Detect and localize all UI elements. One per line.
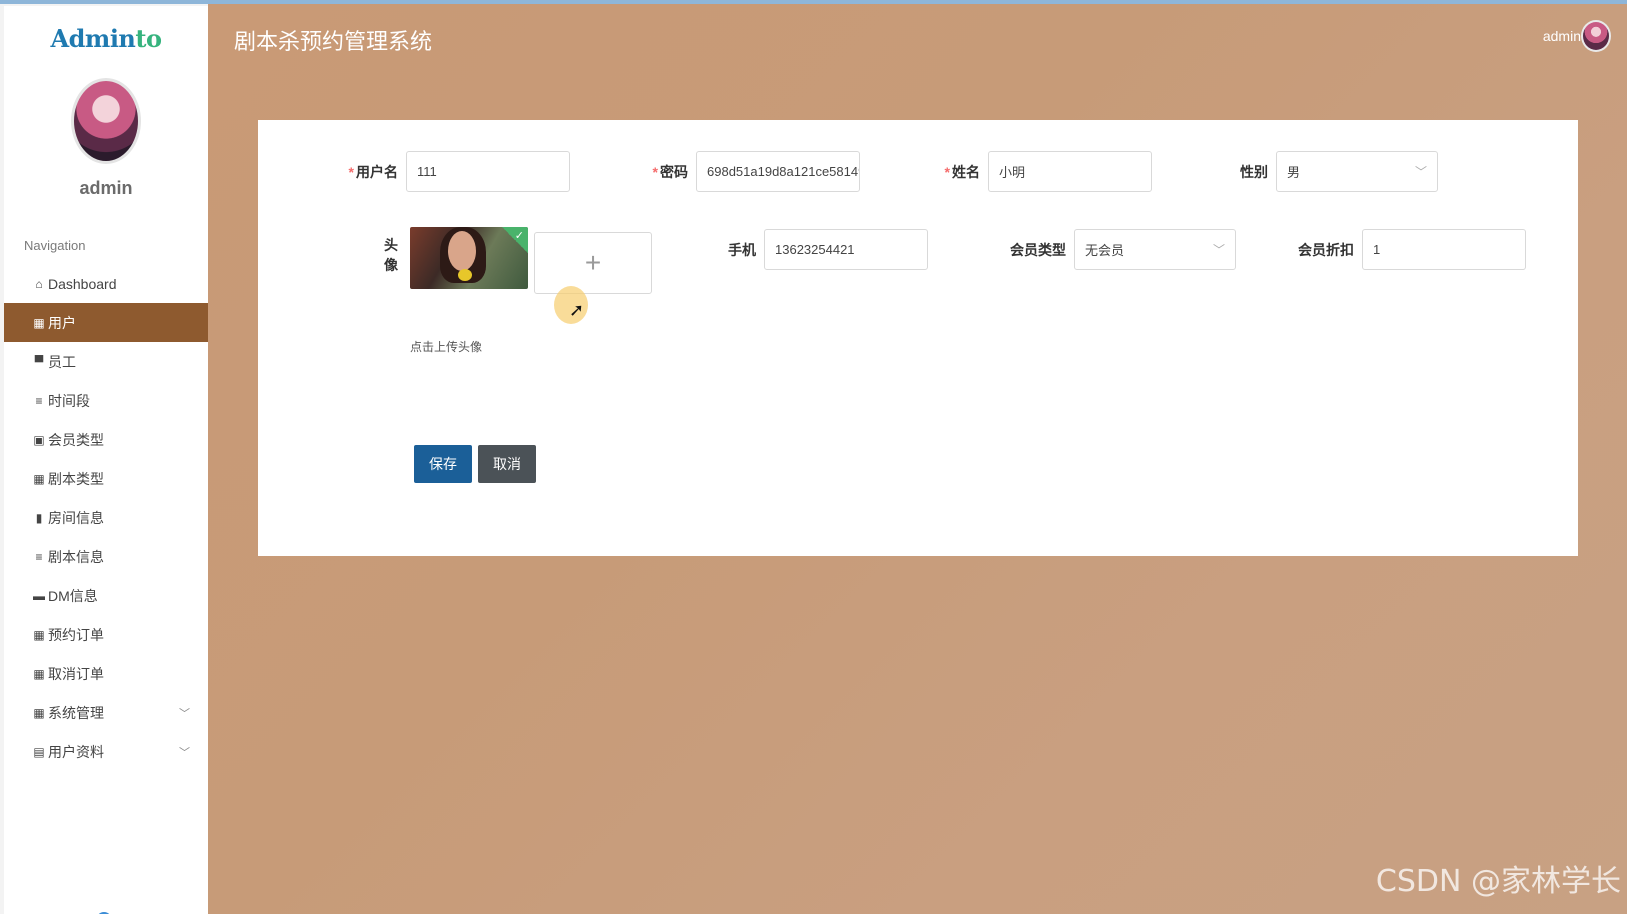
brand-logo[interactable]: Adminto [4, 24, 208, 53]
sidebar-item-script-type[interactable]: ▦ 剧本类型 [4, 459, 208, 498]
grid-icon: ▦ [33, 315, 45, 330]
monitor-icon: ▀ [34, 354, 44, 369]
sidebar-item-user-profile[interactable]: ▤ 用户资料 ﹀ [4, 732, 208, 771]
gender-label: 性别 [1240, 163, 1268, 180]
grid-icon: ▦ [33, 471, 45, 486]
password-field-group: * 密码 698d51a19d8a121ce58149 [648, 151, 860, 192]
phone-field-group: 手机 13623254421 [728, 229, 928, 270]
realname-input[interactable]: 小明 [988, 151, 1152, 192]
sidebar-item-cancelled-orders[interactable]: ▦ 取消订单 [4, 654, 208, 693]
mouse-cursor-icon: ➚ [569, 300, 585, 320]
watermark: CSDN @家林学长 [1375, 864, 1621, 899]
nav-heading: Navigation [24, 238, 86, 253]
sidebar-item-system-management[interactable]: ▦ 系统管理 ﹀ [4, 693, 208, 732]
sidebar-nav: ⌂ Dashboard ▦ 用户 ▀ 员工 ≡ 时间段 ▣ 会员类型 ▦ 剧本类… [4, 264, 208, 771]
home-icon: ⌂ [35, 276, 43, 291]
header-username[interactable]: admin [1543, 28, 1581, 44]
sidebar-item-member-type[interactable]: ▣ 会员类型 [4, 420, 208, 459]
sidebar-item-dm-info[interactable]: ▬ DM信息 [4, 576, 208, 615]
phone-label: 手机 [728, 241, 756, 258]
realname-label: * 姓名 [944, 163, 980, 180]
gender-select[interactable]: 男 ﹀ [1276, 151, 1438, 192]
check-icon: ✓ [502, 227, 528, 253]
member-type-field-group: 会员类型 无会员 ﹀ [1010, 229, 1236, 270]
member-type-label: 会员类型 [1010, 241, 1066, 258]
phone-input[interactable]: 13623254421 [764, 229, 928, 270]
cancel-button[interactable]: 取消 [478, 445, 536, 483]
member-type-select[interactable]: 无会员 ﹀ [1074, 229, 1236, 270]
password-label: * 密码 [652, 163, 688, 180]
list-icon: ≡ [35, 549, 43, 564]
discount-input[interactable]: 1 [1362, 229, 1526, 270]
header-avatar[interactable] [1581, 20, 1611, 52]
page-title: 剧本杀预约管理系统 [234, 29, 433, 54]
discount-field-group: 会员折扣 1 [1298, 229, 1526, 270]
sidebar-item-users[interactable]: ▦ 用户 [4, 303, 208, 342]
chevron-down-icon: ﹀ [1212, 243, 1225, 257]
sidebar-item-script-info[interactable]: ≡ 剧本信息 [4, 537, 208, 576]
avatar-label: 头像 [384, 237, 398, 273]
upload-avatar-button[interactable]: + [534, 232, 652, 294]
grid-icon: ▦ [33, 666, 45, 681]
realname-field-group: * 姓名 小明 [940, 151, 1152, 192]
username-field-group: * 用户名 111 [344, 151, 570, 192]
sidebar-item-staff[interactable]: ▀ 员工 [4, 342, 208, 381]
discount-label: 会员折扣 [1298, 241, 1354, 258]
password-input[interactable]: 698d51a19d8a121ce58149 [696, 151, 860, 192]
sidebar-item-room-info[interactable]: ▮ 房间信息 [4, 498, 208, 537]
sidebar-item-timeslot[interactable]: ≡ 时间段 [4, 381, 208, 420]
username-label: * 用户名 [348, 163, 398, 180]
plus-icon: + [584, 247, 602, 278]
chevron-down-icon[interactable]: ﹀ [179, 705, 190, 721]
sidebar-item-reservations[interactable]: ▦ 预约订单 [4, 615, 208, 654]
sidebar: Adminto admin Navigation ⌂ Dashboard ▦ 用… [4, 6, 208, 914]
sidebar-item-dashboard[interactable]: ⌂ Dashboard [4, 264, 208, 303]
avatar[interactable] [71, 78, 141, 164]
avatar-label-group: 头像 [372, 235, 398, 275]
calendar-icon: ▤ [33, 744, 45, 759]
sidebar-username: admin [79, 178, 133, 198]
list-icon: ≡ [35, 393, 43, 408]
upload-hint: 点击上传头像 [410, 340, 483, 354]
grid-icon: ▦ [33, 627, 45, 642]
briefcase-icon: ▬ [33, 588, 45, 603]
grid-icon: ▦ [33, 705, 45, 720]
user-edit-form: * 用户名 111 * 密码 698d51a19d8a121ce58149 * 姓名 … [258, 120, 1578, 556]
gender-field-group: 性别 男 ﹀ [1238, 151, 1438, 192]
clipboard-icon: ▣ [33, 432, 45, 447]
chevron-down-icon[interactable]: ﹀ [179, 744, 190, 760]
save-button[interactable]: 保存 [414, 445, 472, 483]
avatar-preview[interactable]: ✓ [410, 227, 528, 289]
username-input[interactable]: 111 [406, 151, 570, 192]
clipboard-icon: ▮ [35, 510, 43, 525]
chevron-down-icon: ﹀ [1414, 165, 1427, 179]
